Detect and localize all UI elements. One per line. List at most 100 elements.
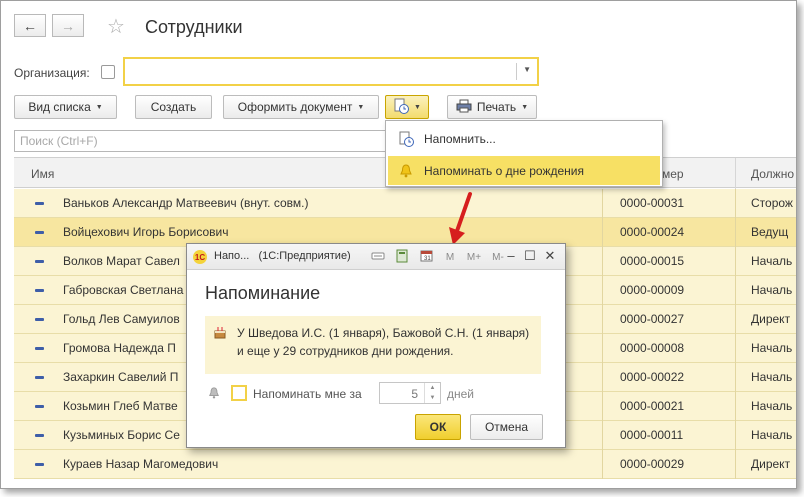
link-icon[interactable]	[369, 250, 387, 265]
favorite-star-icon[interactable]: ☆	[107, 14, 125, 39]
caret-down-icon: ▼	[357, 103, 365, 111]
employee-position: Началь	[751, 283, 793, 297]
days-stepper[interactable]: 5 ▲ ▼	[379, 382, 441, 404]
employee-icon	[35, 231, 44, 234]
menu-item-label: Напоминать о дне рождения	[424, 163, 584, 178]
print-button[interactable]: Печать ▼	[447, 95, 537, 119]
caret-down-icon: ▼	[521, 103, 529, 111]
employee-icon	[35, 260, 44, 263]
employee-number: 0000-00029	[620, 457, 685, 471]
make-document-button[interactable]: Оформить документ ▼	[223, 95, 379, 119]
column-divider	[602, 247, 603, 276]
column-divider	[735, 158, 736, 189]
organization-field[interactable]: ▼	[123, 57, 539, 86]
column-divider	[735, 247, 736, 276]
employee-icon	[35, 463, 44, 466]
bell-icon	[388, 163, 424, 178]
back-arrow-icon: ←	[23, 17, 37, 34]
caret-down-icon: ▼	[414, 103, 421, 111]
employee-icon	[35, 318, 44, 321]
memory-mplus-icon[interactable]: M+	[465, 252, 483, 263]
employee-name: Кураев Назар Магомедович	[63, 457, 219, 471]
view-list-label: Вид списка	[28, 100, 91, 114]
reminder-message: У Шведова И.С. (1 января), Бажовой С.Н. …	[205, 316, 541, 374]
employee-position: Началь	[751, 341, 793, 355]
ok-button[interactable]: ОК	[415, 414, 461, 440]
column-header-name[interactable]: Имя	[31, 167, 54, 181]
reminder-menu-button[interactable]: ▼	[385, 95, 429, 119]
dialog-titlebar: 1С Напо... (1С:Предприятие) 31 M M+ M- –…	[187, 244, 565, 270]
table-row[interactable]: Кураев Назар Магомедович 0000-00029 Дире…	[14, 450, 796, 479]
employee-icon	[35, 289, 44, 292]
caret-down-icon: ▼	[95, 103, 103, 111]
employee-icon	[35, 376, 44, 379]
employee-number: 0000-00011	[620, 428, 684, 442]
remind-me-label: Напоминать мне за	[253, 387, 362, 401]
column-divider	[602, 450, 603, 479]
days-label: дней	[447, 387, 475, 401]
column-divider	[735, 421, 736, 450]
search-input[interactable]: Поиск (Ctrl+F)	[14, 130, 398, 152]
back-button[interactable]: ←	[14, 14, 46, 37]
reminder-text: У Шведова И.С. (1 января), Бажовой С.Н. …	[237, 326, 530, 358]
reminder-clock-icon	[393, 98, 410, 117]
1c-logo-icon: 1С	[193, 250, 207, 264]
employee-name: Ваньков Александр Матвеевич (внут. совм.…	[63, 196, 309, 210]
column-divider	[735, 276, 736, 305]
dialog-heading: Напоминание	[205, 283, 321, 303]
cancel-button[interactable]: Отмена	[470, 414, 543, 440]
employee-number: 0000-00022	[620, 370, 685, 384]
reminder-dialog: 1С Напо... (1С:Предприятие) 31 M M+ M- –…	[186, 243, 566, 448]
employee-icon	[35, 405, 44, 408]
close-icon[interactable]: ✕	[543, 248, 557, 264]
spinner-arrows-icon[interactable]: ▲ ▼	[424, 383, 440, 403]
employee-number: 0000-00027	[620, 312, 685, 326]
column-divider	[735, 305, 736, 334]
remind-me-checkbox[interactable]	[231, 385, 247, 401]
employee-icon	[35, 347, 44, 350]
menu-item-remind[interactable]: Напомнить...	[388, 124, 660, 153]
svg-text:31: 31	[424, 256, 431, 262]
minimize-icon[interactable]: –	[504, 248, 518, 264]
employee-position: Директ	[751, 457, 791, 471]
view-list-button[interactable]: Вид списка ▼	[14, 95, 117, 119]
column-divider	[602, 421, 603, 450]
column-divider	[735, 450, 736, 479]
maximize-icon[interactable]: ☐	[523, 248, 537, 264]
reminder-clock-icon	[388, 131, 424, 147]
employee-name: Волков Марат Савел	[63, 254, 180, 268]
column-divider	[602, 218, 603, 247]
dialog-title: Напо... (1С:Предприятие)	[214, 250, 351, 262]
column-divider	[735, 334, 736, 363]
column-header-number[interactable]: мер	[662, 167, 684, 181]
menu-item-birthday-reminder[interactable]: Напоминать о дне рождения	[388, 156, 660, 185]
employee-icon	[35, 434, 44, 437]
print-label: Печать	[476, 100, 517, 114]
organization-checkbox[interactable]	[101, 65, 115, 79]
employee-position: Началь	[751, 399, 793, 413]
employee-position: Началь	[751, 370, 793, 384]
employee-number: 0000-00009	[620, 283, 685, 297]
create-label: Создать	[150, 100, 197, 114]
employee-name: Громова Надежда П	[63, 341, 176, 355]
employee-name: Войцехович Игорь Борисович	[63, 225, 229, 239]
column-divider	[602, 189, 603, 218]
column-divider	[735, 189, 736, 218]
calculator-icon[interactable]	[393, 249, 411, 266]
employee-position: Началь	[751, 254, 793, 268]
table-row[interactable]: Ваньков Александр Матвеевич (внут. совм.…	[14, 189, 796, 218]
column-divider	[735, 363, 736, 392]
column-divider	[602, 392, 603, 421]
create-button[interactable]: Создать	[135, 95, 212, 119]
column-header-position[interactable]: Должно	[751, 167, 794, 181]
employee-position: Сторож	[751, 196, 793, 210]
chevron-down-icon[interactable]: ▼	[523, 65, 531, 74]
employee-name: Козьмин Глеб Матве	[63, 399, 178, 413]
forward-button[interactable]: →	[52, 14, 84, 37]
printer-icon	[456, 99, 472, 116]
memory-m-icon[interactable]: M	[441, 252, 459, 263]
calendar-icon[interactable]: 31	[417, 249, 435, 265]
employee-name: Кузьминых Борис Се	[63, 428, 180, 442]
column-divider	[602, 363, 603, 392]
employee-name: Гольд Лев Самуилов	[63, 312, 180, 326]
